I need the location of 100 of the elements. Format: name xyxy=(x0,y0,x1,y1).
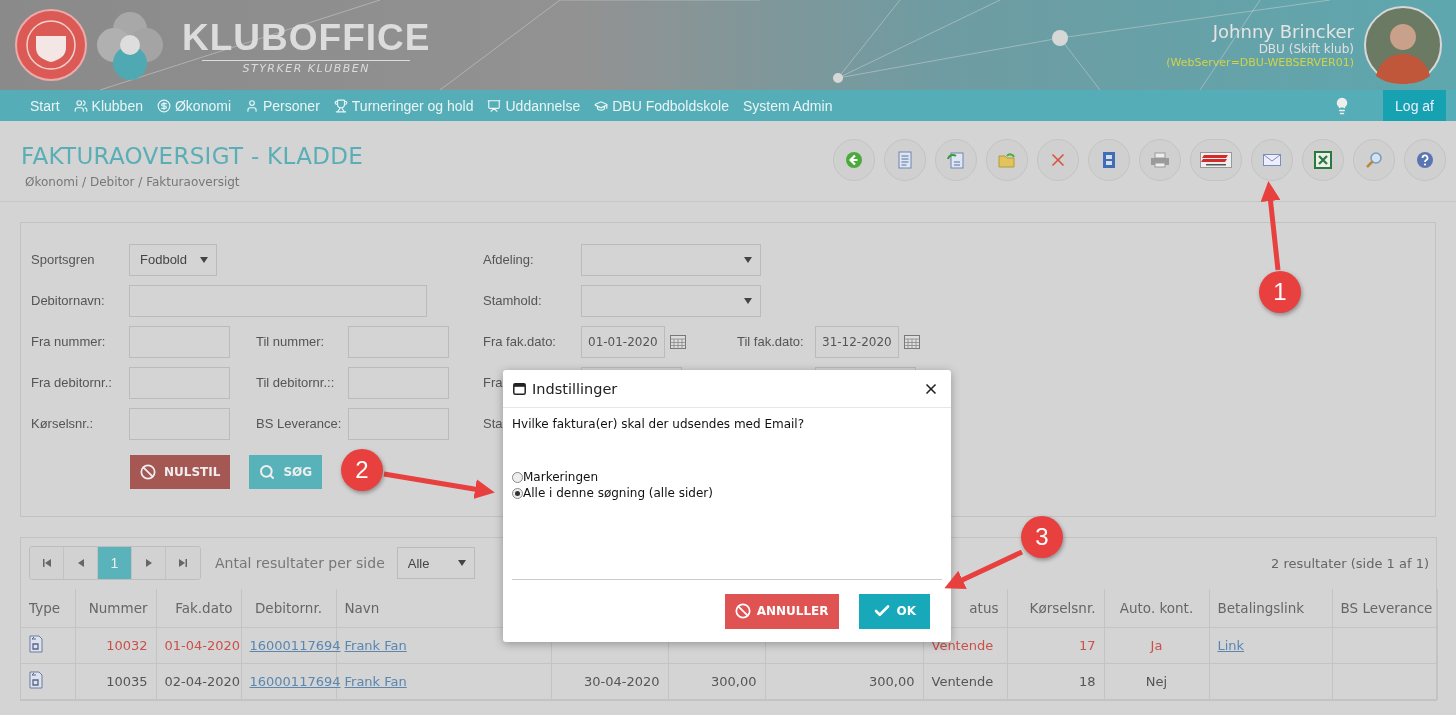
input-field[interactable] xyxy=(348,325,449,358)
table-cell: Ventende xyxy=(931,673,994,689)
nav-link[interactable]: DBU Fodboldskole xyxy=(594,97,729,114)
envelope-icon xyxy=(1263,154,1281,166)
input-field[interactable] xyxy=(129,284,427,317)
select-field[interactable] xyxy=(581,284,761,317)
prohibited-icon xyxy=(734,603,751,619)
date-field[interactable]: 31-12-2020 xyxy=(815,325,899,358)
sport-select[interactable]: Fodbold xyxy=(129,243,217,276)
column-header: Nummer xyxy=(75,589,156,627)
prohibited-icon xyxy=(140,464,156,480)
table-cell: Nej xyxy=(1145,673,1168,689)
input-field[interactable] xyxy=(348,366,449,399)
input-field[interactable] xyxy=(129,366,230,399)
invoice-icon xyxy=(29,634,43,653)
select-field[interactable] xyxy=(581,243,761,276)
radio-button[interactable] xyxy=(512,471,523,483)
nav-link[interactable]: Turneringer og hold xyxy=(333,97,474,114)
field-label: Til debitornr.:: xyxy=(256,375,335,390)
ok-button[interactable]: OK xyxy=(858,593,930,629)
first-page-icon xyxy=(42,559,51,567)
invoice-icon xyxy=(29,670,43,689)
table-cell: 10032 xyxy=(106,637,148,653)
next-icon xyxy=(145,559,152,567)
server-name: (WebServer=DBU-WEBSERVER01) xyxy=(1166,56,1354,69)
table-cell: 300,00 xyxy=(711,673,757,689)
help-icon xyxy=(1416,151,1434,169)
caret-icon xyxy=(200,256,208,263)
radio-option[interactable]: Alle i denne søgning (alle sider) xyxy=(512,485,942,501)
input-field[interactable] xyxy=(348,407,449,440)
clover-logo-icon xyxy=(94,9,166,81)
logout-button[interactable]: Log af xyxy=(1383,90,1446,121)
caret-icon xyxy=(457,560,466,566)
user-name: Johnny Brincker xyxy=(1212,21,1354,42)
nav-link[interactable]: Uddannelse xyxy=(487,97,581,114)
table-link[interactable]: Frank Fan xyxy=(344,673,407,689)
spreadsheet-icon xyxy=(1314,151,1332,169)
date-field[interactable]: 01-01-2020 xyxy=(581,325,665,358)
caret-icon xyxy=(744,297,752,304)
toolbar-button[interactable] xyxy=(1251,139,1293,181)
column-header: Type xyxy=(21,589,75,627)
nav-link[interactable]: Klubben xyxy=(73,97,143,114)
toolbar-button[interactable] xyxy=(1404,139,1446,181)
nav-link[interactable]: Økonomi xyxy=(156,97,231,114)
table-link[interactable]: 16000117694 xyxy=(249,673,341,689)
previous-icon xyxy=(77,559,84,567)
table-cell: 17 xyxy=(1078,637,1096,653)
toolbar-button[interactable] xyxy=(1139,139,1181,181)
brand-name: KLUBOFFICE xyxy=(182,15,431,60)
column-header: BS Leverance xyxy=(1332,589,1437,627)
nav-link[interactable]: System Admin xyxy=(742,97,833,114)
toolbar-button[interactable] xyxy=(1353,139,1395,181)
first-page-button[interactable] xyxy=(30,547,64,579)
field-label: Stamhold: xyxy=(483,293,542,308)
search-icon xyxy=(259,464,276,480)
table-cell: 18 xyxy=(1078,673,1096,689)
search-button[interactable]: SØG xyxy=(249,455,323,489)
folder-icon xyxy=(998,152,1016,168)
field-label: Fra nummer: xyxy=(31,334,106,349)
dialog-title: Indstillinger xyxy=(532,380,618,397)
nav-link[interactable]: Start xyxy=(30,97,60,114)
field-label: Fra xyxy=(483,375,503,390)
result-summary: 2 resultater (side 1 af 1) xyxy=(1271,555,1429,571)
calendar-icon xyxy=(904,334,920,349)
table-cell: Ventende xyxy=(931,637,994,653)
field-label: Fra fak.dato: xyxy=(483,334,556,349)
nav-link[interactable]: Personer xyxy=(245,97,320,114)
presentation-icon xyxy=(487,98,502,113)
table-link[interactable]: Link xyxy=(1217,637,1245,653)
input-field[interactable] xyxy=(129,407,230,440)
field-label: Sportsgren xyxy=(31,252,95,267)
table-cell: 01-04-2020 xyxy=(164,637,241,653)
reset-button[interactable]: NULSTIL xyxy=(130,455,231,489)
toolbar-button[interactable] xyxy=(833,139,875,181)
radio-option[interactable]: Markeringen xyxy=(512,469,942,485)
money-icon xyxy=(156,98,171,113)
field-label: Fra debitornr.: xyxy=(31,375,112,390)
field-label: Til fak.dato: xyxy=(737,334,804,349)
page-button[interactable]: 1 xyxy=(98,547,132,579)
toolbar-button[interactable] xyxy=(1037,139,1079,181)
toolbar-button[interactable] xyxy=(1088,139,1130,181)
per-page-select[interactable]: Alle xyxy=(396,547,475,579)
cabinet-icon xyxy=(1102,151,1116,169)
radio-button[interactable] xyxy=(512,487,523,499)
table-link[interactable]: 16000117694 xyxy=(249,637,341,653)
breadcrumb: Økonomi / Debitor / Fakturaoversigt xyxy=(24,175,241,189)
field-label: Sta xyxy=(483,416,503,431)
input-field[interactable] xyxy=(129,325,230,358)
person-icon xyxy=(245,98,259,113)
table-link[interactable]: Frank Fan xyxy=(344,637,407,653)
window-icon xyxy=(513,382,526,395)
trophy-icon xyxy=(333,98,348,113)
column-header: Debitornr. xyxy=(241,589,336,627)
toolbar-button[interactable] xyxy=(1190,139,1242,181)
document-icon xyxy=(898,151,912,169)
toolbar-button[interactable] xyxy=(1302,139,1344,181)
step-badge: 1 xyxy=(1259,271,1301,313)
cancel-button[interactable]: ANNULLER xyxy=(724,593,839,629)
field-label: Til nummer: xyxy=(256,334,325,349)
calendar-icon xyxy=(670,334,686,349)
